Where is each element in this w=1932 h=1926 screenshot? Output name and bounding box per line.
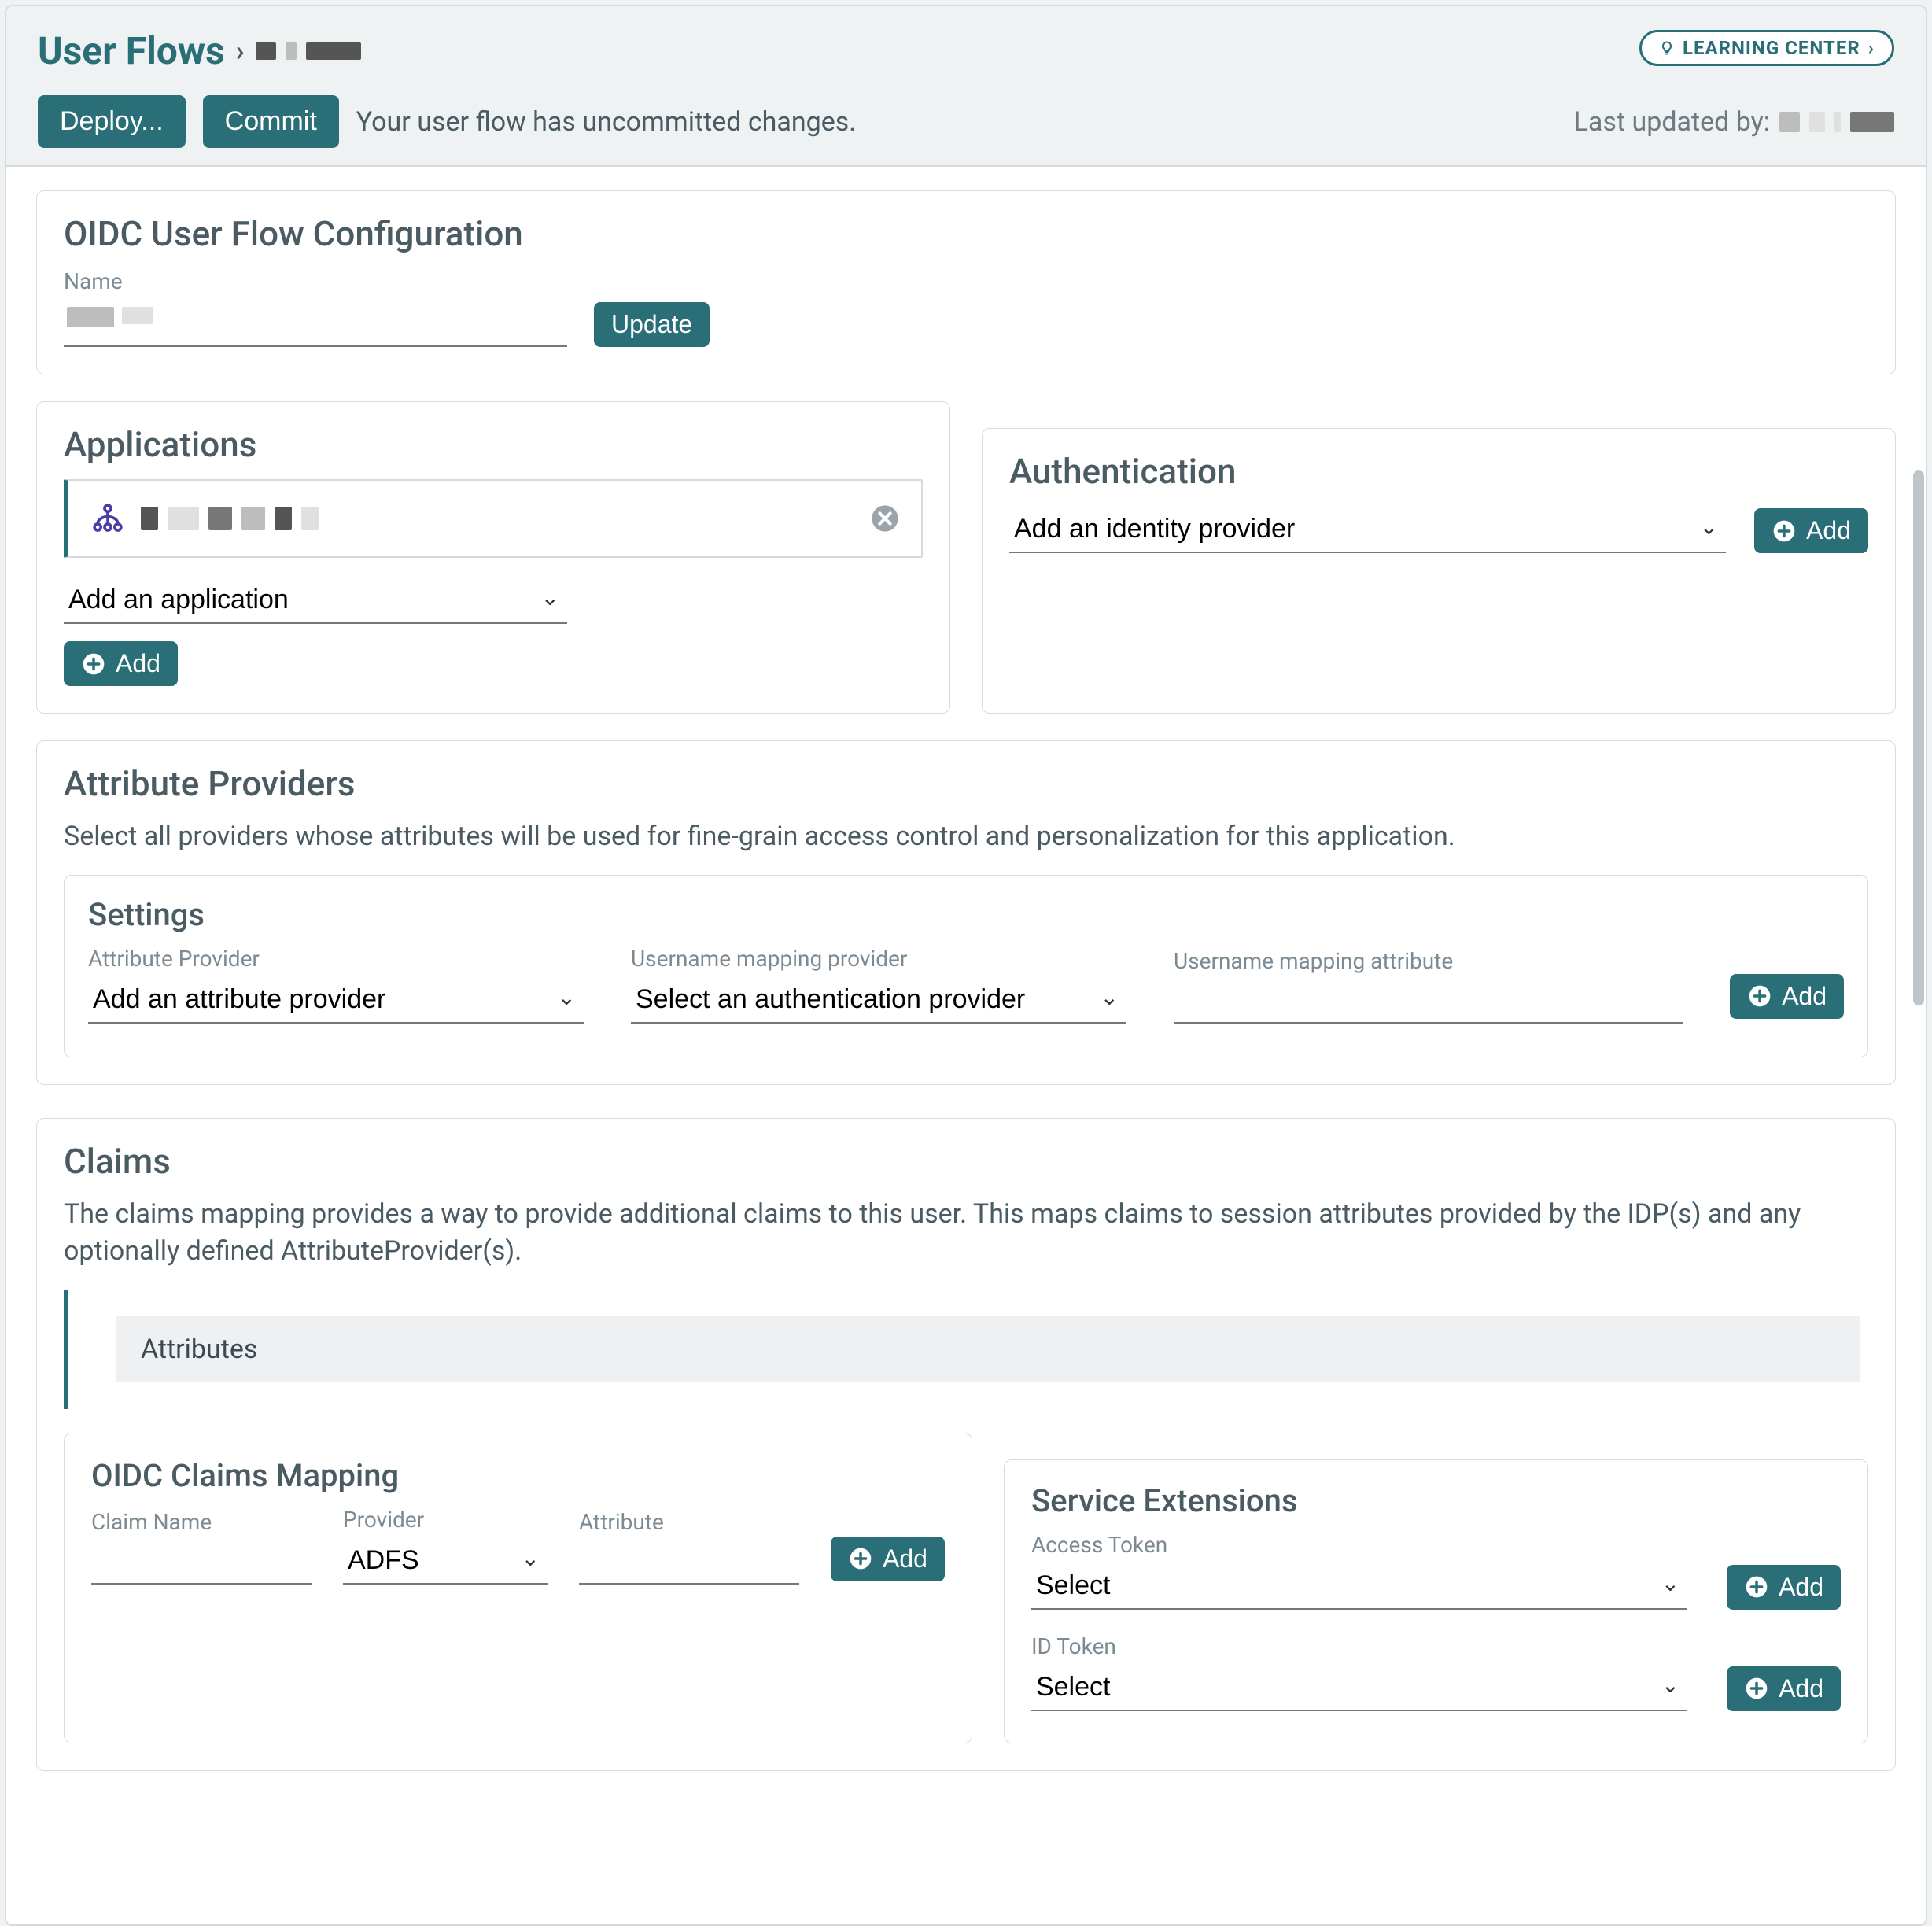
status-message: Your user flow has uncommitted changes. xyxy=(356,106,857,138)
username-provider-select[interactable]: Select an authentication provider xyxy=(631,976,1126,1024)
update-button[interactable]: Update xyxy=(594,302,710,347)
attributes-header: Attributes xyxy=(116,1316,1860,1382)
claims-attributes-panel: Attributes xyxy=(64,1290,1868,1409)
attribute-providers-card: Attribute Providers Select all providers… xyxy=(36,740,1896,1085)
attribute-providers-description: Select all providers whose attributes wi… xyxy=(64,818,1868,856)
plus-circle-icon xyxy=(1744,1574,1769,1599)
learning-center-button[interactable]: LEARNING CENTER › xyxy=(1639,30,1894,66)
add-attr-provider-button[interactable]: Add xyxy=(1730,974,1844,1019)
applications-card: Applications Add an applicat xyxy=(36,401,950,714)
plus-circle-icon xyxy=(81,651,106,677)
breadcrumb-current xyxy=(256,42,361,60)
deploy-button[interactable]: Deploy... xyxy=(38,95,186,148)
username-provider-label: Username mapping provider xyxy=(631,946,1126,972)
add-idp-button[interactable]: Add xyxy=(1754,508,1868,553)
add-claim-button[interactable]: Add xyxy=(831,1537,945,1581)
chevron-right-icon: › xyxy=(1868,37,1875,59)
id-token-select[interactable]: Select xyxy=(1031,1664,1687,1711)
commit-button[interactable]: Commit xyxy=(203,95,339,148)
last-updated-by: Last updated by: xyxy=(1574,106,1894,138)
add-access-token-ext-button[interactable]: Add xyxy=(1727,1565,1841,1610)
attribute-label: Attribute xyxy=(579,1509,799,1535)
app-tree-icon xyxy=(90,501,125,536)
add-idp-select[interactable]: Add an identity provider xyxy=(1009,506,1726,553)
applications-title: Applications xyxy=(64,424,923,465)
oidc-claims-mapping-card: OIDC Claims Mapping Claim Name Provider … xyxy=(64,1433,972,1743)
attribute-input[interactable] xyxy=(579,1540,799,1585)
id-token-label: ID Token xyxy=(1031,1633,1841,1659)
lightbulb-icon xyxy=(1659,40,1675,56)
provider-label: Provider xyxy=(343,1507,548,1533)
authentication-card: Authentication Add an identity provider … xyxy=(982,428,1896,714)
plus-circle-icon xyxy=(848,1546,873,1571)
oidc-config-title: OIDC User Flow Configuration xyxy=(64,213,1868,254)
add-application-select[interactable]: Add an application xyxy=(64,577,567,624)
add-application-button[interactable]: Add xyxy=(64,641,178,686)
plus-circle-icon xyxy=(1747,983,1772,1009)
provider-select[interactable]: ADFS xyxy=(343,1537,548,1585)
claim-name-label: Claim Name xyxy=(91,1509,312,1535)
attribute-providers-title: Attribute Providers xyxy=(64,763,1868,804)
plus-circle-icon xyxy=(1744,1676,1769,1701)
claims-title: Claims xyxy=(64,1141,1868,1182)
scrollbar-thumb[interactable] xyxy=(1913,470,1924,1005)
attribute-settings-card: Settings Attribute Provider Add an attri… xyxy=(64,875,1868,1057)
application-chip xyxy=(64,479,923,558)
claims-description: The claims mapping provides a way to pro… xyxy=(64,1196,1868,1271)
authentication-title: Authentication xyxy=(1009,451,1868,492)
service-extensions-title: Service Extensions xyxy=(1031,1482,1841,1519)
attr-provider-select[interactable]: Add an attribute provider xyxy=(88,976,584,1024)
claim-name-input[interactable] xyxy=(91,1540,312,1585)
breadcrumb-root[interactable]: User Flows xyxy=(38,28,225,73)
claims-card: Claims The claims mapping provides a way… xyxy=(36,1118,1896,1771)
access-token-label: Access Token xyxy=(1031,1532,1841,1558)
application-name xyxy=(141,507,319,530)
name-label: Name xyxy=(64,268,1868,294)
learning-center-label: LEARNING CENTER xyxy=(1683,37,1860,59)
add-id-token-ext-button[interactable]: Add xyxy=(1727,1666,1841,1711)
plus-circle-icon xyxy=(1772,518,1797,544)
service-extensions-card: Service Extensions Access Token Select ⌄… xyxy=(1004,1459,1868,1743)
oidc-config-card: OIDC User Flow Configuration Name Update xyxy=(36,190,1896,374)
username-attr-input[interactable] xyxy=(1174,979,1683,1024)
remove-application-icon[interactable] xyxy=(869,503,901,534)
access-token-select[interactable]: Select xyxy=(1031,1563,1687,1610)
chevron-right-icon: › xyxy=(236,35,245,68)
oidc-claims-mapping-title: OIDC Claims Mapping xyxy=(91,1457,945,1494)
attr-provider-label: Attribute Provider xyxy=(88,946,584,972)
username-attr-label: Username mapping attribute xyxy=(1174,948,1683,974)
settings-title: Settings xyxy=(88,896,1844,933)
